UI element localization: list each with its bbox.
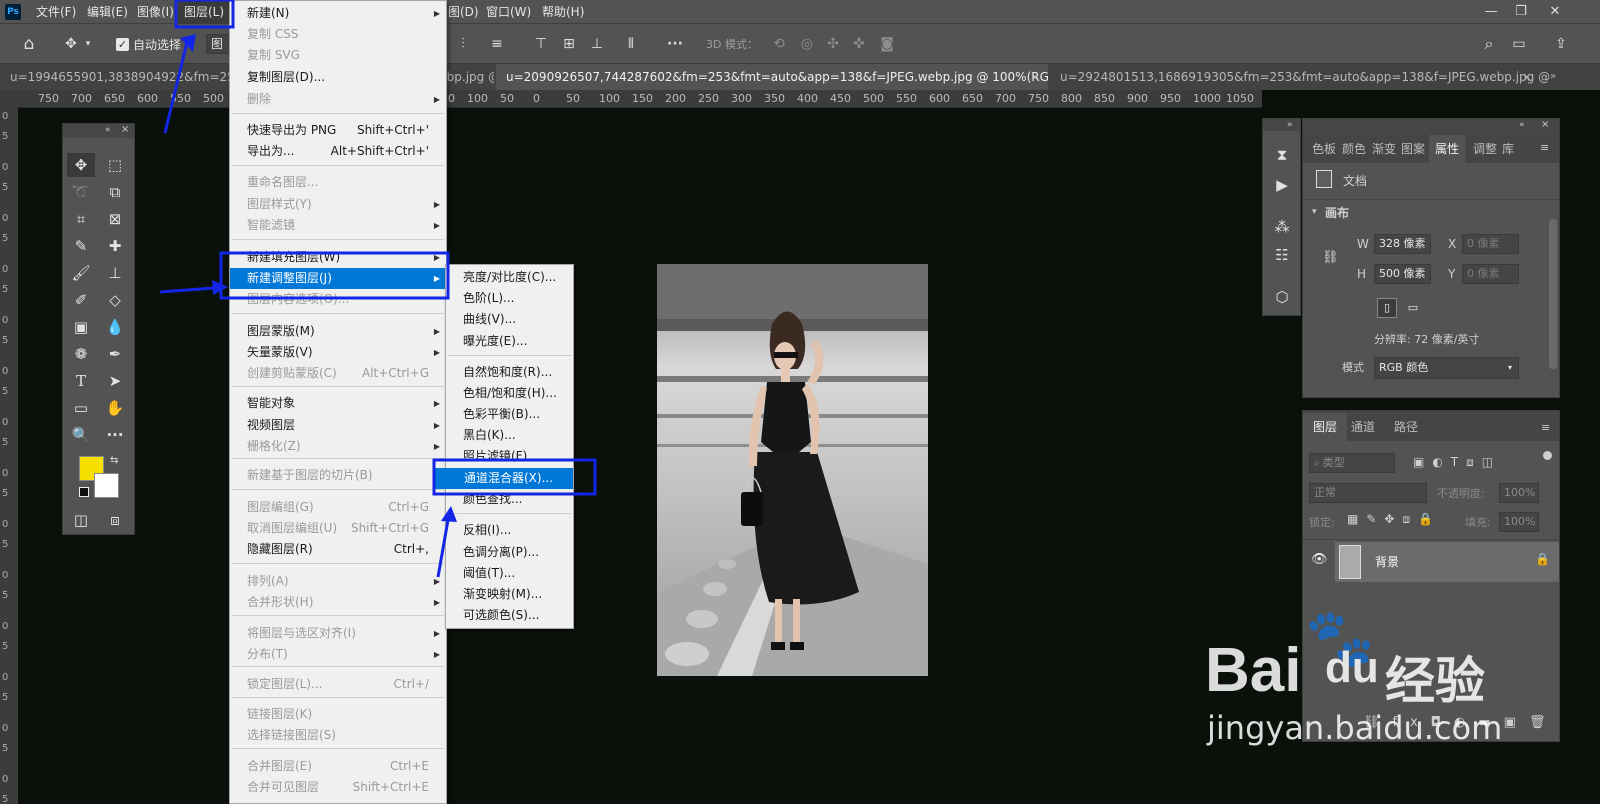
watermark-brand-du: du <box>1325 643 1379 692</box>
arrow-head-icon <box>441 506 457 522</box>
annotation-arrow-3 <box>436 519 450 578</box>
annotation-arrow-2 <box>159 286 215 294</box>
watermark-cn: 经验 <box>1385 652 1485 710</box>
highlight-box-channel-mixer <box>432 458 597 496</box>
baidu-watermark: Bai 🐾 du 经验 jingyan.baidu.com <box>1205 606 1502 747</box>
watermark-url: jingyan.baidu.com <box>1207 709 1503 747</box>
watermark-brand: Bai <box>1205 636 1302 705</box>
arrow-head-icon <box>180 34 196 52</box>
highlight-box-layer-menu <box>174 0 235 29</box>
annotation-arrow-1 <box>163 41 189 134</box>
highlight-box-new-adjustment-layer <box>219 251 450 300</box>
